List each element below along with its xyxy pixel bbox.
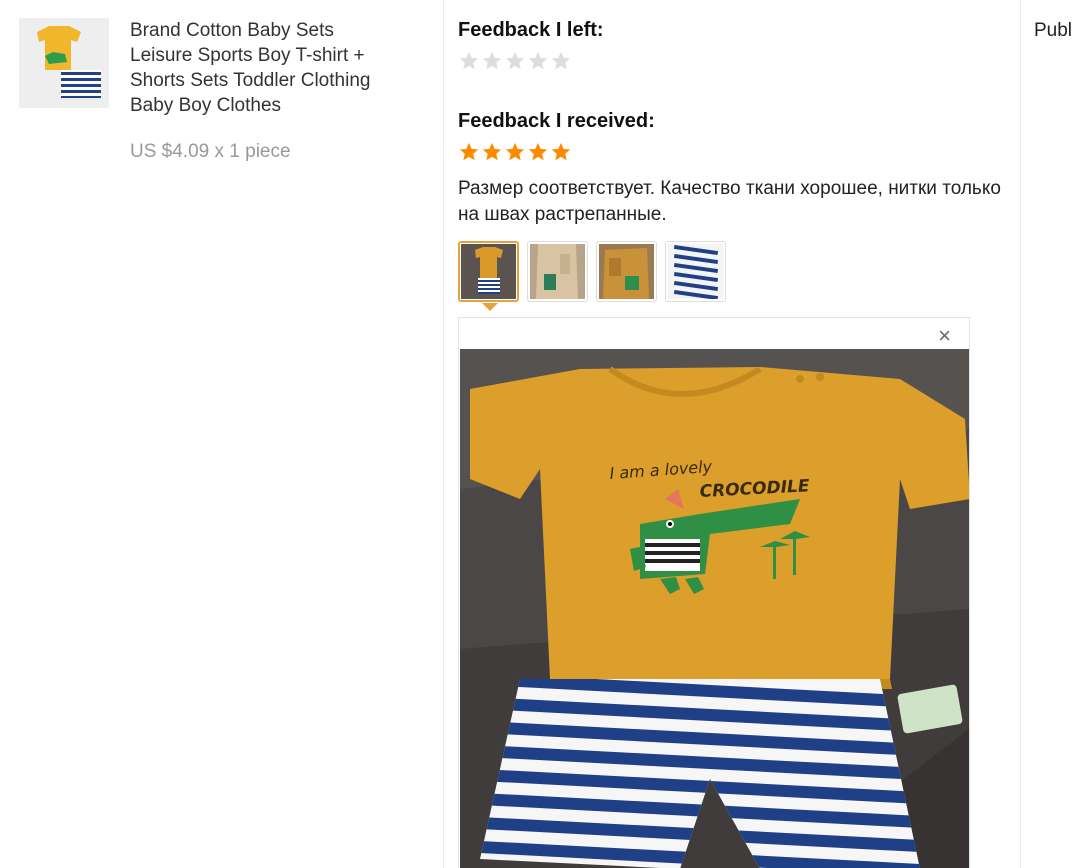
review-photo-large: I am a lovely CROCODILE — [460, 349, 969, 868]
baby-clothes-set-photo-icon — [19, 18, 109, 108]
star-filled-icon — [504, 141, 526, 163]
baby-clothes-photo: I am a lovely CROCODILE — [460, 349, 969, 868]
photo-icon — [668, 244, 723, 299]
feedback-received-rating — [458, 141, 572, 163]
next-column-label: Publ — [1034, 20, 1073, 41]
star-empty-icon — [458, 50, 480, 72]
photo-icon — [461, 244, 516, 299]
photo-preview-panel: × I am a lovely CROCODILE — [458, 317, 970, 868]
review-text: Размер соответствует. Качество ткани хор… — [458, 178, 1001, 225]
product-price: US $4.09 x 1 piece — [130, 141, 291, 162]
photo-icon — [599, 244, 654, 299]
close-icon[interactable]: × — [938, 324, 951, 348]
feedback-received-heading: Feedback I received: — [458, 110, 655, 132]
review-photo-thumb-2[interactable] — [527, 241, 588, 302]
review-photo-thumbnails — [458, 241, 726, 302]
star-filled-icon — [481, 141, 503, 163]
column-divider — [443, 0, 444, 868]
product-title[interactable]: Brand Cotton Baby Sets Leisure Sports Bo… — [130, 18, 400, 118]
feedback-left-heading: Feedback I left: — [458, 19, 604, 41]
star-filled-icon — [527, 141, 549, 163]
review-photo-thumb-4[interactable] — [665, 241, 726, 302]
star-empty-icon — [504, 50, 526, 72]
product-thumbnail[interactable] — [19, 18, 109, 108]
column-divider — [1020, 0, 1021, 868]
star-filled-icon — [458, 141, 480, 163]
review-photo-thumb-3[interactable] — [596, 241, 657, 302]
order-feedback-page: Brand Cotton Baby Sets Leisure Sports Bo… — [0, 0, 1074, 868]
star-empty-icon — [550, 50, 572, 72]
active-thumb-indicator — [482, 303, 498, 311]
photo-icon — [530, 244, 585, 299]
star-empty-icon — [527, 50, 549, 72]
feedback-left-rating — [458, 50, 572, 72]
star-empty-icon — [481, 50, 503, 72]
star-filled-icon — [550, 141, 572, 163]
review-photo-thumb-1[interactable] — [458, 241, 519, 302]
